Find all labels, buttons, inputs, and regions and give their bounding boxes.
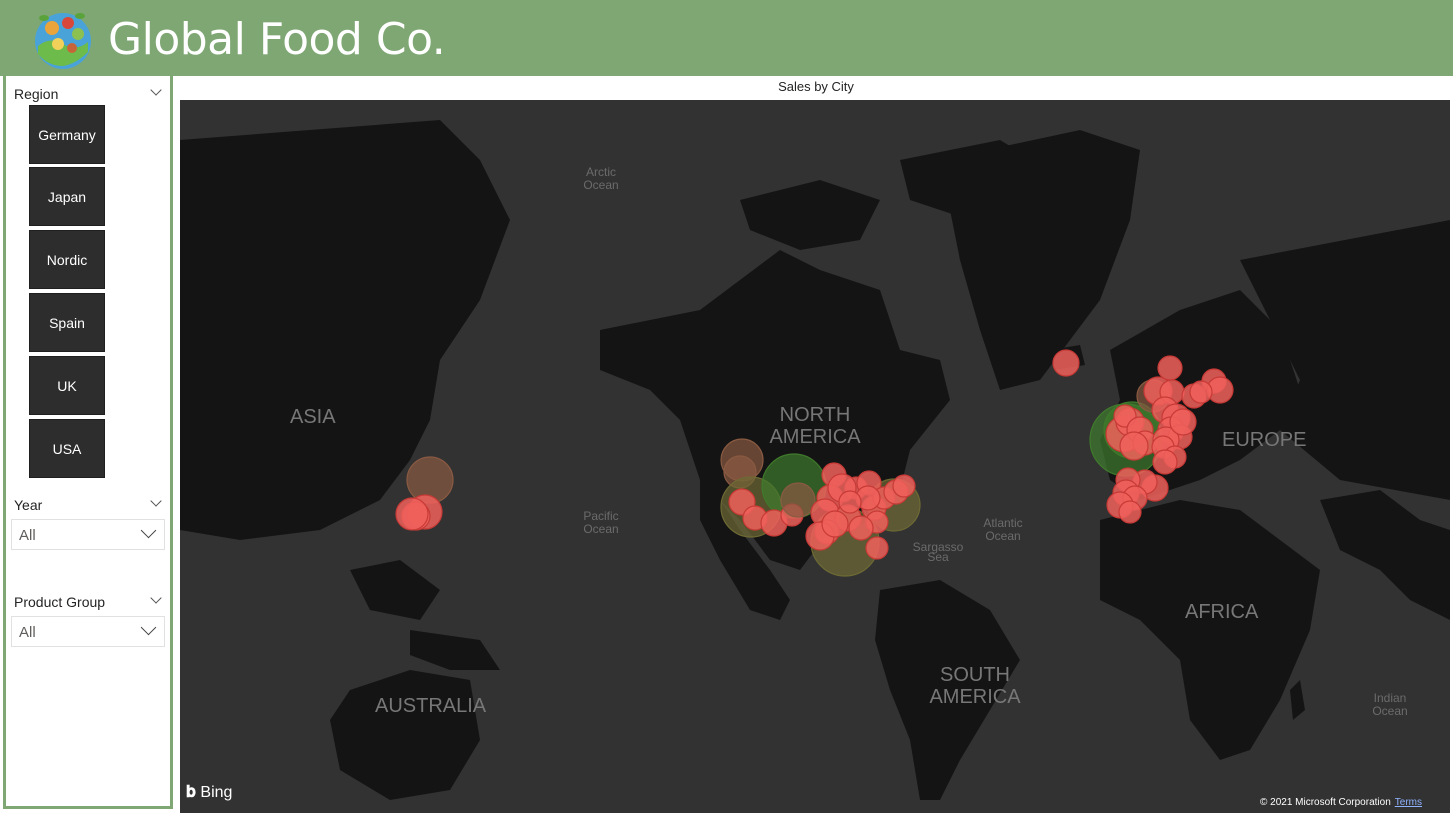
- globe-food-logo: [30, 6, 96, 70]
- city-bubble[interactable]: [821, 510, 849, 538]
- city-bubble[interactable]: [1118, 500, 1142, 524]
- city-bubble[interactable]: [1169, 408, 1197, 436]
- city-bubble[interactable]: [865, 536, 889, 560]
- region-slicer-label: Region: [14, 86, 59, 102]
- chevron-down-icon: [140, 522, 157, 539]
- chevron-down-icon: [140, 619, 157, 636]
- city-bubble[interactable]: [395, 497, 429, 531]
- year-slicer-label: Year: [14, 497, 43, 513]
- city-bubble[interactable]: [1152, 449, 1178, 475]
- continent-label-australia: AUSTRALIA: [375, 695, 487, 717]
- ocean-label-pacific: Pacific Ocean: [578, 510, 624, 536]
- map-copyright: © 2021 Microsoft Corporation Terms: [1260, 797, 1422, 808]
- ocean-label-atlantic: Atlantic Ocean: [976, 517, 1030, 543]
- city-bubble[interactable]: [1052, 349, 1080, 377]
- ocean-label-arctic: Arctic Ocean: [578, 166, 624, 192]
- product-group-slicer-label: Product Group: [14, 594, 106, 610]
- city-bubble[interactable]: [848, 515, 874, 541]
- city-bubble[interactable]: [1157, 355, 1183, 381]
- region-button-usa[interactable]: USA: [29, 419, 105, 478]
- ocean-label-indian: Indian Ocean: [1367, 692, 1413, 718]
- ocean-label-indian-text: Indian Ocean: [1372, 691, 1408, 718]
- sales-map[interactable]: Arctic Ocean Pacific Ocean Atlantic Ocea…: [180, 100, 1450, 813]
- year-chevron-icon[interactable]: [150, 495, 162, 507]
- continent-label-asia: ASIA: [290, 406, 336, 428]
- city-bubble[interactable]: [1119, 431, 1149, 461]
- region-button-germany[interactable]: Germany: [29, 105, 105, 164]
- year-dropdown-value: All: [19, 527, 36, 544]
- region-chevron-icon[interactable]: [150, 84, 162, 96]
- landmasses: [180, 120, 1450, 800]
- continent-label-africa: AFRICA: [1185, 601, 1259, 623]
- region-button-japan[interactable]: Japan: [29, 167, 105, 226]
- copyright-text: © 2021 Microsoft Corporation: [1260, 797, 1391, 808]
- city-bubble[interactable]: [892, 474, 916, 498]
- filter-pane: Region Germany Japan Nordic Spain UK USA…: [3, 73, 173, 809]
- ocean-label-sargasso: Sargasso Sea: [908, 540, 968, 564]
- product-group-chevron-icon[interactable]: [150, 592, 162, 604]
- year-dropdown[interactable]: All: [11, 519, 165, 550]
- continent-label-europe: EUROPE: [1222, 429, 1307, 451]
- ocean-label-sargasso-text: Sargasso Sea: [912, 540, 964, 564]
- ocean-label-arctic-text: Arctic Ocean: [583, 165, 619, 192]
- bing-logo: 𝐛 Bing: [186, 784, 232, 802]
- bing-label: Bing: [200, 784, 233, 801]
- terms-link[interactable]: Terms: [1395, 797, 1422, 808]
- product-group-dropdown-value: All: [19, 624, 36, 641]
- header-bar: Global Food Co.: [0, 0, 1453, 76]
- map-canvas: [180, 120, 1450, 800]
- continent-label-south-america: SOUTH AMERICA: [929, 664, 1021, 708]
- region-button-uk[interactable]: UK: [29, 356, 105, 415]
- city-bubble[interactable]: [780, 482, 816, 518]
- region-button-spain[interactable]: Spain: [29, 293, 105, 352]
- bing-icon: 𝐛: [186, 784, 196, 801]
- city-bubble[interactable]: [838, 490, 862, 514]
- continent-label-north-america: NORTH AMERICA: [769, 404, 861, 448]
- map-title: Sales by City: [778, 79, 854, 94]
- ocean-label-atlantic-text: Atlantic Ocean: [983, 516, 1023, 543]
- region-button-nordic[interactable]: Nordic: [29, 230, 105, 289]
- ocean-label-pacific-text: Pacific Ocean: [583, 509, 619, 536]
- product-group-dropdown[interactable]: All: [11, 616, 165, 647]
- app-title: Global Food Co.: [108, 14, 446, 65]
- city-bubble[interactable]: [1189, 380, 1213, 404]
